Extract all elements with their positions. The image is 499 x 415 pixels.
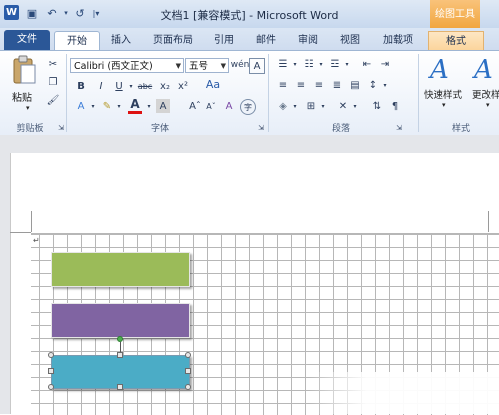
chevron-down-icon[interactable]: ▾	[142, 99, 156, 113]
chevron-down-icon[interactable]: ▾	[378, 78, 392, 92]
chevron-down-icon: ▼	[220, 62, 226, 70]
tab-mailings[interactable]: 邮件	[250, 31, 282, 50]
ribbon: 粘贴 ▾ ✂ ❐ 🖌 剪贴板 ⇲ Calibri (西文正文) ▼ 五号 ▼ w…	[0, 50, 499, 136]
clipboard-group-label: 剪贴板	[16, 124, 44, 134]
character-shading-icon[interactable]: A	[156, 99, 170, 113]
italic-button[interactable]: I	[94, 79, 108, 93]
group-divider	[66, 54, 67, 132]
resize-handle-left[interactable]	[48, 368, 54, 374]
resize-handle-right[interactable]	[185, 368, 191, 374]
tab-page-layout[interactable]: 页面布局	[146, 31, 200, 50]
tab-addins[interactable]: 加载项	[376, 31, 420, 50]
paragraph-group-label: 段落	[331, 124, 350, 134]
chevron-down-icon[interactable]: ▾	[288, 99, 302, 113]
resize-handle-bottom[interactable]	[117, 384, 123, 390]
subscript-button[interactable]: x₂	[158, 79, 172, 93]
purple-rectangle[interactable]	[51, 303, 190, 338]
paste-icon[interactable]	[10, 55, 38, 87]
resize-handle-top-right[interactable]	[185, 352, 191, 358]
resize-handle-top-left[interactable]	[48, 352, 54, 358]
resize-handle-top[interactable]	[117, 352, 123, 358]
crop-mark	[10, 232, 31, 233]
font-name-dropdown[interactable]: Calibri (西文正文) ▼	[70, 58, 184, 73]
superscript-button[interactable]: x²	[176, 79, 190, 93]
strikethrough-button[interactable]: abc	[138, 79, 152, 93]
chevron-down-icon[interactable]: ▾	[486, 101, 490, 109]
gridline-fade	[310, 372, 499, 414]
resize-handle-bottom-right[interactable]	[185, 384, 191, 390]
styles-group-label: 样式	[451, 124, 470, 134]
tab-format[interactable]: 格式	[428, 31, 484, 51]
change-styles-label[interactable]: 更改样式	[472, 87, 499, 101]
rotation-handle[interactable]	[117, 336, 123, 342]
character-border-icon[interactable]: A	[249, 58, 265, 74]
font-launcher-icon[interactable]: ⇲	[254, 121, 268, 135]
paragraph-launcher-icon[interactable]: ⇲	[392, 121, 406, 135]
shrink-font-icon[interactable]: Aˇ	[204, 99, 218, 113]
crop-mark	[31, 211, 32, 232]
tab-file[interactable]: 文件	[4, 30, 50, 50]
align-right-icon[interactable]: ≡	[312, 78, 326, 92]
justify-icon[interactable]: ≣	[330, 78, 344, 92]
font-size-dropdown[interactable]: 五号 ▼	[185, 58, 229, 73]
underline-dropdown-icon[interactable]: ▾	[124, 79, 138, 93]
chevron-down-icon[interactable]: ▾	[442, 101, 446, 109]
paste-label[interactable]: 粘贴	[12, 89, 32, 104]
window-title: 文档1 [兼容模式] - Microsoft Word	[160, 9, 339, 22]
tab-home[interactable]: 开始	[54, 31, 100, 51]
title-bar: W ▣ ↶ ▾ ↺ |▾ 文档1 [兼容模式] - Microsoft Word	[0, 0, 499, 29]
green-rectangle[interactable]	[51, 252, 190, 287]
font-name-value: Calibri (西文正文)	[74, 61, 153, 72]
chevron-down-icon[interactable]: ▾	[288, 57, 302, 71]
distributed-icon[interactable]: ▤	[348, 78, 362, 92]
chevron-down-icon[interactable]: ▾	[340, 57, 354, 71]
grow-font-icon[interactable]: Aˆ	[188, 99, 202, 113]
paste-dropdown-icon[interactable]: ▾	[26, 104, 30, 112]
enclose-characters-icon[interactable]: 字	[240, 99, 256, 115]
resize-handle-bottom-left[interactable]	[48, 384, 54, 390]
phonetic-guide-icon[interactable]: wén	[231, 58, 250, 72]
tab-references[interactable]: 引用	[208, 31, 240, 50]
chevron-down-icon: ▼	[175, 62, 181, 70]
crop-mark	[488, 211, 489, 232]
group-divider	[418, 54, 419, 132]
clear-formatting-icon[interactable]: A	[222, 99, 236, 113]
format-painter-icon[interactable]: 🖌	[46, 93, 60, 107]
tab-view[interactable]: 视图	[334, 31, 366, 50]
chevron-down-icon[interactable]: ▾	[316, 99, 330, 113]
show-marks-icon[interactable]: ¶	[388, 99, 402, 113]
change-styles-icon[interactable]: A	[474, 55, 499, 85]
bold-button[interactable]: B	[74, 79, 88, 93]
tab-review[interactable]: 审阅	[292, 31, 324, 50]
increase-indent-icon[interactable]: ⇥	[378, 57, 392, 71]
align-left-icon[interactable]: ≡	[276, 78, 290, 92]
chevron-down-icon[interactable]: ▾	[86, 99, 100, 113]
quick-styles-icon[interactable]: A	[430, 55, 460, 85]
sort-icon[interactable]: ⇅	[370, 99, 384, 113]
paragraph-mark: ↵	[33, 236, 40, 245]
chevron-down-icon[interactable]: ▾	[112, 99, 126, 113]
font-size-value: 五号	[189, 61, 209, 72]
ribbon-tab-row: 文件 开始 插入 页面布局 引用 邮件 审阅 视图 加载项 格式	[0, 28, 499, 51]
copy-icon[interactable]: ❐	[46, 75, 60, 89]
group-divider	[268, 54, 269, 132]
align-center-icon[interactable]: ≡	[294, 78, 308, 92]
cut-icon[interactable]: ✂	[46, 57, 60, 71]
chevron-down-icon[interactable]: ▾	[348, 99, 362, 113]
tab-insert[interactable]: 插入	[104, 31, 138, 50]
decrease-indent-icon[interactable]: ⇤	[360, 57, 374, 71]
font-group-label: 字体	[150, 124, 169, 134]
font-color-icon[interactable]: A	[128, 97, 142, 114]
quick-styles-label[interactable]: 快速样式	[424, 87, 462, 101]
chevron-down-icon[interactable]: ▾	[314, 57, 328, 71]
change-case-icon[interactable]: Aa	[206, 77, 220, 91]
drawing-tools-context-title: 绘图工具	[430, 0, 480, 28]
